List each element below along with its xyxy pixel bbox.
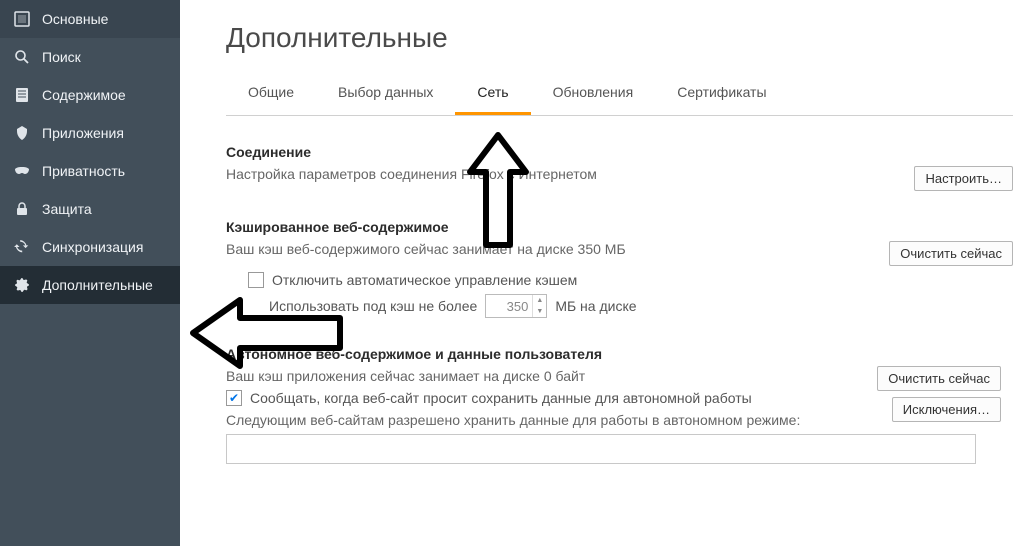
sidebar-item-general[interactable]: Основные <box>0 0 180 38</box>
cache-size-pre: Использовать под кэш не более <box>269 298 477 314</box>
sidebar-label: Приватность <box>42 163 125 179</box>
section-title: Кэшированное веб-содержимое <box>226 219 1013 235</box>
sidebar-label: Поиск <box>42 49 81 65</box>
tabs: Общие Выбор данных Сеть Обновления Серти… <box>226 72 1013 116</box>
sidebar-item-privacy[interactable]: Приватность <box>0 152 180 190</box>
sidebar-item-applications[interactable]: Приложения <box>0 114 180 152</box>
advanced-icon <box>14 277 30 293</box>
disable-cache-row: Отключить автоматическое управление кэше… <box>248 272 1013 288</box>
app-root: Основные Поиск Содержимое Приложения При… <box>0 0 1025 546</box>
sidebar-label: Защита <box>42 201 92 217</box>
content-icon <box>14 87 30 103</box>
applications-icon <box>14 125 30 141</box>
clear-offline-button[interactable]: Очистить сейчас <box>877 366 1001 391</box>
sidebar-label: Основные <box>42 11 108 27</box>
notify-label: Сообщать, когда веб-сайт просит сохранит… <box>250 390 752 406</box>
disable-cache-checkbox[interactable] <box>248 272 264 288</box>
sidebar-label: Приложения <box>42 125 124 141</box>
tab-data-choices[interactable]: Выбор данных <box>316 72 455 115</box>
section-cache: Кэшированное веб-содержимое Ваш кэш веб-… <box>226 219 1013 318</box>
sidebar-item-security[interactable]: Защита <box>0 190 180 228</box>
search-icon <box>14 49 30 65</box>
notify-checkbox[interactable] <box>226 390 242 406</box>
disable-cache-label: Отключить автоматическое управление кэше… <box>272 272 577 288</box>
tab-certificates[interactable]: Сертификаты <box>655 72 788 115</box>
clear-cache-button[interactable]: Очистить сейчас <box>889 241 1013 266</box>
tab-updates[interactable]: Обновления <box>531 72 656 115</box>
sidebar-label: Содержимое <box>42 87 126 103</box>
section-desc: Ваш кэш веб-содержимого сейчас занимает … <box>226 241 626 257</box>
sidebar-item-sync[interactable]: Синхронизация <box>0 228 180 266</box>
page-title: Дополнительные <box>226 22 1013 54</box>
section-title: Автономное веб-содержимое и данные польз… <box>226 346 1013 362</box>
sidebar: Основные Поиск Содержимое Приложения При… <box>0 0 180 546</box>
cache-size-post: МБ на диске <box>555 298 636 314</box>
sidebar-item-content[interactable]: Содержимое <box>0 76 180 114</box>
spinner-icon[interactable]: ▲▼ <box>532 295 546 317</box>
cache-size-row: Использовать под кэш не более 350 ▲▼ МБ … <box>269 294 1013 318</box>
section-offline: Автономное веб-содержимое и данные польз… <box>226 346 1013 464</box>
privacy-icon <box>14 163 30 179</box>
section-title: Соединение <box>226 144 1013 160</box>
main: Дополнительные Общие Выбор данных Сеть О… <box>180 0 1025 546</box>
tab-general[interactable]: Общие <box>226 72 316 115</box>
tab-network[interactable]: Сеть <box>455 72 530 115</box>
cache-size-value: 350 <box>507 299 529 314</box>
sidebar-item-search[interactable]: Поиск <box>0 38 180 76</box>
cache-size-input[interactable]: 350 ▲▼ <box>485 294 547 318</box>
sidebar-label: Синхронизация <box>42 239 143 255</box>
section-connection: Соединение Настройка параметров соединен… <box>226 144 1013 191</box>
sync-icon <box>14 239 30 255</box>
configure-button[interactable]: Настроить… <box>914 166 1013 191</box>
section-desc: Настройка параметров соединения Firefox … <box>226 166 597 182</box>
exceptions-button[interactable]: Исключения… <box>892 397 1001 422</box>
offline-sites-list[interactable] <box>226 434 976 464</box>
offline-buttons: Очистить сейчас Исключения… <box>877 366 1001 422</box>
general-icon <box>14 11 30 27</box>
sidebar-label: Дополнительные <box>42 277 153 293</box>
lock-icon <box>14 201 30 217</box>
sidebar-item-advanced[interactable]: Дополнительные <box>0 266 180 304</box>
